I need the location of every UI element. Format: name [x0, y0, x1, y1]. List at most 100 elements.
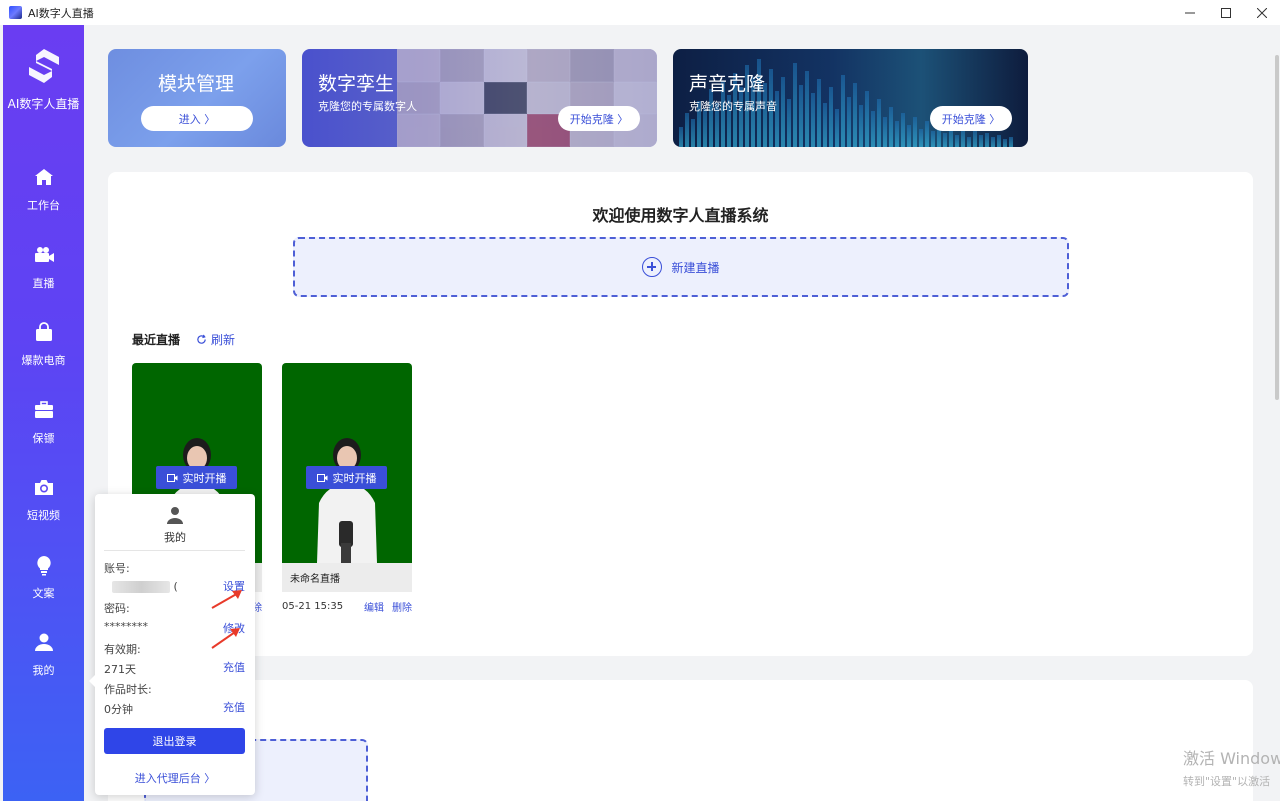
main-scrollbar[interactable] — [1274, 25, 1280, 801]
scrollbar-thumb[interactable] — [1275, 55, 1279, 400]
sidebar-item-workbench[interactable]: 工作台 — [3, 163, 84, 241]
sidebar-item-label: 文案 — [32, 586, 55, 600]
sidebar-item-label: 短视频 — [27, 509, 60, 522]
new-live-button[interactable]: 新建直播 — [293, 237, 1069, 297]
live-card[interactable]: 实时开播 未命名直播 05-21 15:35 编辑 删除 — [282, 363, 412, 614]
home-icon — [34, 169, 53, 185]
banner-title: 声音克隆 — [689, 73, 766, 95]
voice-clone-banner[interactable]: 声音克隆 克隆您的专属声音 开始克隆 〉 — [673, 49, 1028, 147]
enter-button[interactable]: 进入 〉 — [141, 106, 253, 131]
account-label: 账号: — [104, 562, 130, 575]
equalizer-bar — [931, 131, 935, 147]
equalizer-bar — [679, 127, 683, 147]
camera-icon — [34, 480, 53, 495]
close-button[interactable] — [1244, 0, 1280, 25]
sidebar-item-label: 爆款电商 — [21, 354, 66, 367]
equalizer-bar — [787, 99, 791, 147]
annotation-arrow-icon — [211, 590, 242, 609]
start-clone-button[interactable]: 开始克隆 〉 — [558, 106, 640, 131]
edit-button[interactable]: 编辑 — [364, 599, 384, 614]
sidebar-item-ecommerce[interactable]: 爆款电商 — [3, 318, 84, 396]
refresh-label: 刷新 — [211, 333, 236, 347]
sidebar-item-short-video[interactable]: 短视频 — [3, 473, 84, 551]
equalizer-bar — [865, 91, 869, 147]
banner-subtitle: 克隆您的专属数字人 — [318, 100, 417, 113]
sidebar-nav: 工作台 直播 爆款电商 保镖 短视频 文案 我的 — [3, 163, 84, 706]
popover-divider — [104, 550, 245, 551]
sidebar-item-label: 工作台 — [27, 199, 60, 212]
equalizer-bar — [973, 131, 977, 147]
equalizer-bar — [793, 63, 797, 147]
equalizer-bar — [823, 103, 827, 147]
maximize-button[interactable] — [1208, 0, 1244, 25]
equalizer-bar — [967, 137, 971, 147]
delete-button[interactable]: 删除 — [392, 599, 412, 614]
equalizer-bar — [829, 87, 833, 147]
equalizer-bar — [919, 129, 923, 147]
sidebar-item-mine[interactable]: 我的 — [3, 628, 84, 706]
live-name: 未命名直播 — [282, 563, 412, 592]
start-live-button[interactable]: 实时开播 — [156, 466, 237, 489]
equalizer-bar — [871, 111, 875, 147]
live-actions: 编辑 删除 — [364, 599, 412, 614]
equalizer-bar — [835, 109, 839, 147]
sidebar-logo-text: AI数字人直播 — [7, 97, 80, 111]
briefcase-icon — [34, 400, 53, 418]
sidebar-item-copywriting[interactable]: 文案 — [3, 551, 84, 629]
refresh-button[interactable]: 刷新 — [196, 331, 235, 348]
sidebar-item-live[interactable]: 直播 — [3, 241, 84, 319]
live-thumbnail: 实时开播 — [282, 363, 412, 563]
live-meta: 05-21 15:35 编辑 删除 — [282, 598, 412, 614]
plus-circle-icon — [642, 257, 663, 277]
banner-title: 模块管理 — [158, 73, 235, 95]
start-live-label: 实时开播 — [182, 471, 227, 485]
equalizer-bar — [841, 75, 845, 147]
video-camera-icon — [166, 473, 177, 482]
equalizer-bar — [901, 113, 905, 147]
window-title: AI数字人直播 — [28, 6, 94, 20]
shopping-bag-icon — [35, 322, 52, 341]
module-management-banner[interactable]: 模块管理 进入 〉 — [108, 49, 286, 147]
watermark-line-1: 激活 Window — [1183, 749, 1280, 768]
sidebar-logo: AI数字人直播 — [3, 47, 84, 112]
recharge-duration-link[interactable]: 充值 — [223, 699, 245, 715]
equalizer-bar — [907, 125, 911, 147]
equalizer-bar — [991, 137, 995, 147]
minimize-button[interactable] — [1172, 0, 1208, 25]
title-bar: AI数字人直播 — [0, 0, 1280, 25]
start-live-button[interactable]: 实时开播 — [306, 466, 387, 489]
window-controls — [1172, 0, 1280, 25]
lightbulb-icon — [36, 555, 51, 575]
user-icon — [167, 507, 183, 524]
equalizer-bar — [703, 109, 707, 147]
popover-user-header: 我的 — [95, 506, 255, 545]
equalizer-bar — [877, 99, 881, 147]
recharge-validity-link[interactable]: 充值 — [223, 659, 245, 675]
sidebar: AI数字人直播 工作台 直播 爆款电商 保镖 短视频 文案 我的 — [3, 25, 84, 801]
equalizer-bar — [805, 71, 809, 147]
sidebar-item-label: 保镖 — [32, 431, 55, 445]
sidebar-item-label: 我的 — [32, 664, 55, 677]
recent-live-title: 最近直播 — [132, 333, 181, 347]
recent-live-header: 最近直播 刷新 — [132, 331, 235, 348]
equalizer-bar — [847, 97, 851, 147]
video-camera-icon — [316, 473, 327, 482]
equalizer-bar — [997, 135, 1001, 147]
start-clone-button[interactable]: 开始克隆 〉 — [930, 106, 1012, 131]
sidebar-item-bodyguard[interactable]: 保镖 — [3, 396, 84, 474]
equalizer-bar — [691, 119, 695, 147]
equalizer-bar — [925, 121, 929, 147]
refresh-icon — [197, 334, 206, 344]
sidebar-item-label: 直播 — [32, 276, 55, 290]
logout-button[interactable]: 退出登录 — [104, 728, 245, 754]
minimize-icon — [1185, 12, 1195, 13]
equalizer-bar — [895, 121, 899, 147]
account-value-masked — [112, 581, 170, 593]
windows-activation-watermark: 激活 Window 转到"设置"以激活 — [1183, 745, 1280, 789]
secondary-card — [108, 680, 1253, 801]
annotation-arrow-icon — [211, 628, 240, 649]
banner-title: 数字孪生 — [318, 73, 395, 95]
portrait-collage — [397, 49, 657, 147]
agent-backend-link[interactable]: 进入代理后台 〉 — [95, 770, 255, 786]
digital-twin-banner[interactable]: 数字孪生 克隆您的专属数字人 开始克隆 〉 — [302, 49, 657, 147]
